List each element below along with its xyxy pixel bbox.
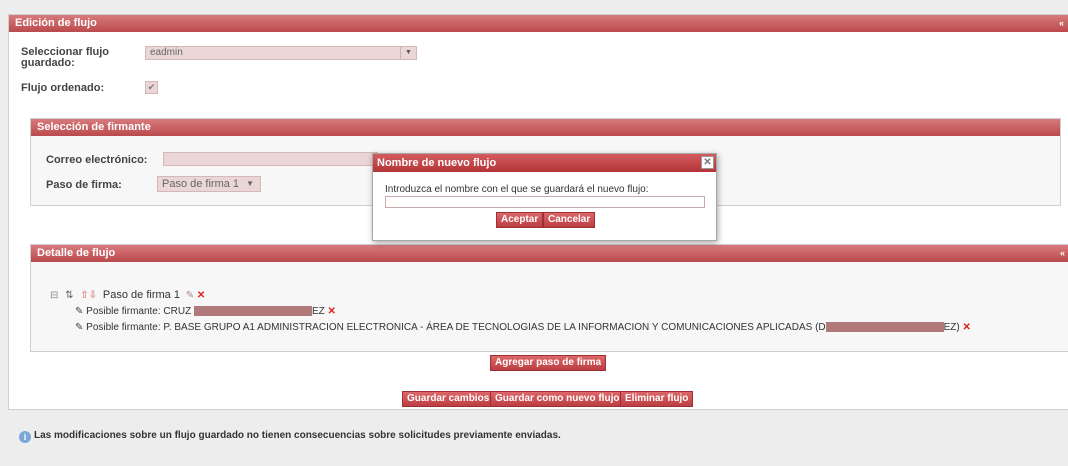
redacted-block xyxy=(193,306,312,317)
info-text: Las modificaciones sobre un flujo guarda… xyxy=(34,430,561,441)
signer-suffix: EZ) xyxy=(943,322,960,333)
flow-detail-panel: Detalle de flujo « ⊟ ⇅ ⇧⇩ Paso de firma … xyxy=(30,244,1068,352)
flow-edit-header: Edición de flujo « xyxy=(9,15,1068,32)
new-flow-dialog: Nombre de nuevo flujo ✕ Introduzca el no… xyxy=(372,153,717,241)
save-changes-button[interactable]: Guardar cambios xyxy=(402,391,495,407)
saved-flow-value: eadmin xyxy=(150,47,183,58)
ordered-flow-checkbox[interactable]: ✔ xyxy=(145,81,158,94)
dialog-header: Nombre de nuevo flujo ✕ xyxy=(373,154,716,172)
cancel-button[interactable]: Cancelar xyxy=(543,212,596,228)
flow-tree: ⊟ ⇅ ⇧⇩ Paso de firma 1 ✎ ✕ ✎ Posible fir… xyxy=(31,245,1068,353)
save-as-new-button[interactable]: Guardar como nuevo flujo xyxy=(490,391,625,407)
info-note: i Las modificaciones sobre un flujo guard… xyxy=(19,430,561,443)
arrow-up-icon[interactable]: ⇧ xyxy=(80,290,88,301)
edit-doc-icon[interactable]: ✎ xyxy=(186,290,194,301)
expand-icon[interactable]: ⊟ xyxy=(50,290,58,301)
select-flow-label: Seleccionar flujo guardado: xyxy=(21,46,110,69)
step-select-value: Paso de firma 1 xyxy=(162,178,240,190)
step-label: Paso de firma: xyxy=(46,179,122,191)
dialog-title: Nombre de nuevo flujo xyxy=(377,157,497,169)
flow-name-input[interactable] xyxy=(385,196,705,208)
flow-edit-title: Edición de flujo xyxy=(15,17,97,29)
pen-icon: ✎ xyxy=(75,322,84,333)
signer-row: ✎ Posible firmante: CRUZ EZ ✕ xyxy=(75,306,336,317)
email-input[interactable] xyxy=(163,152,378,166)
chevron-down-icon[interactable]: ▼ xyxy=(246,177,254,191)
signer-prefix: Posible firmante: CRUZ xyxy=(86,306,192,317)
reorder-icon[interactable]: ⇅ xyxy=(65,290,73,301)
delete-step-icon[interactable]: ✕ xyxy=(197,290,205,301)
collapse-icon[interactable]: « xyxy=(1059,15,1064,32)
delete-signer-icon[interactable]: ✕ xyxy=(328,306,336,317)
step-select[interactable]: Paso de firma 1 ▼ xyxy=(157,176,261,192)
redacted-block xyxy=(825,322,944,333)
pen-icon: ✎ xyxy=(75,306,84,317)
signer-select-header: Selección de firmante xyxy=(31,119,1060,136)
arrow-down-icon[interactable]: ⇩ xyxy=(89,290,97,301)
signer-prefix: Posible firmante: P. BASE GRUPO A1 ADMIN… xyxy=(86,322,826,333)
info-icon: i xyxy=(19,431,31,443)
signer-row: ✎ Posible firmante: P. BASE GRUPO A1 ADM… xyxy=(75,322,971,333)
chevron-down-icon[interactable]: ▼ xyxy=(400,47,416,59)
signer-select-title: Selección de firmante xyxy=(37,121,151,133)
delete-flow-button[interactable]: Eliminar flujo xyxy=(620,391,694,407)
step-row[interactable]: ⊟ ⇅ ⇧⇩ Paso de firma 1 ✎ ✕ xyxy=(50,289,205,301)
delete-signer-icon[interactable]: ✕ xyxy=(963,322,971,333)
saved-flow-select[interactable]: eadmin ▼ xyxy=(145,46,417,60)
close-icon[interactable]: ✕ xyxy=(701,156,714,169)
ordered-flow-label: Flujo ordenado: xyxy=(21,82,105,94)
accept-button[interactable]: Aceptar xyxy=(496,212,544,228)
email-label: Correo electrónico: xyxy=(46,154,148,166)
step-name: Paso de firma 1 xyxy=(102,289,180,301)
dialog-prompt: Introduzca el nombre con el que se guard… xyxy=(385,184,649,195)
signer-suffix: EZ xyxy=(311,306,325,317)
add-step-button[interactable]: Agregar paso de firma xyxy=(490,355,607,371)
